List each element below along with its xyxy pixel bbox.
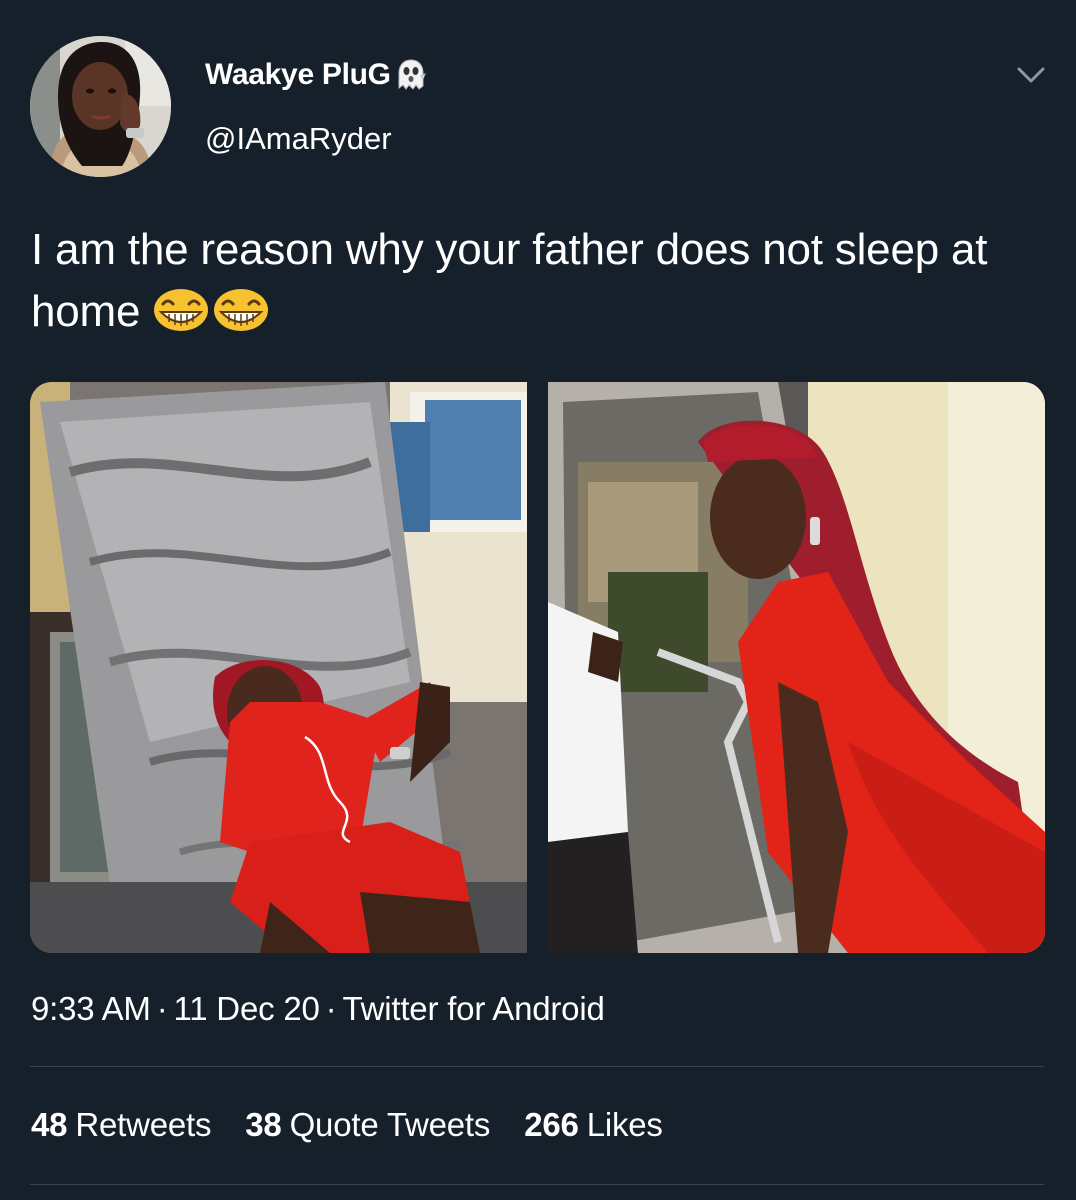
quote-tweets-count: 38	[245, 1106, 282, 1143]
tweet-text: I am the reason why your father does not…	[31, 219, 1031, 343]
divider	[30, 1184, 1044, 1185]
grinning-face-icon	[152, 286, 210, 332]
display-name-row[interactable]: Waakye PluG	[205, 58, 427, 92]
tweet-time[interactable]: 9:33 AM	[31, 990, 151, 1027]
quote-tweets-label: Quote Tweets	[289, 1106, 491, 1143]
tweet-card: Waakye PluG @IAmaRyder I am the reason w…	[0, 0, 1076, 1200]
user-handle[interactable]: @IAmaRyder	[205, 121, 392, 157]
separator-dot: ·	[156, 990, 168, 1027]
divider	[30, 1066, 1044, 1067]
retweets-stat[interactable]: 48 Retweets	[31, 1106, 211, 1144]
tweet-metadata: 9:33 AM · 11 Dec 20 · Twitter for Android	[31, 990, 605, 1028]
quote-tweets-stat[interactable]: 38 Quote Tweets	[245, 1106, 490, 1144]
display-name[interactable]: Waakye PluG	[205, 58, 391, 92]
tweet-source[interactable]: Twitter for Android	[342, 990, 604, 1027]
grinning-face-icon	[212, 286, 270, 332]
photo-1-image	[30, 382, 527, 953]
chevron-down-icon[interactable]	[1014, 60, 1048, 90]
tweet-photo-1[interactable]	[30, 382, 527, 953]
ghost-icon	[395, 58, 427, 92]
avatar-image	[30, 36, 171, 177]
retweets-count: 48	[31, 1106, 68, 1143]
tweet-date[interactable]: 11 Dec 20	[173, 990, 319, 1027]
likes-count: 266	[524, 1106, 579, 1143]
likes-stat[interactable]: 266 Likes	[524, 1106, 663, 1144]
tweet-photo-2[interactable]	[548, 382, 1045, 953]
tweet-stats: 48 Retweets 38 Quote Tweets 266 Likes	[31, 1106, 663, 1144]
separator-dot: ·	[325, 990, 337, 1027]
profile-avatar[interactable]	[30, 36, 171, 177]
retweets-label: Retweets	[75, 1106, 212, 1143]
likes-label: Likes	[586, 1106, 663, 1143]
photo-2-image	[548, 382, 1045, 953]
